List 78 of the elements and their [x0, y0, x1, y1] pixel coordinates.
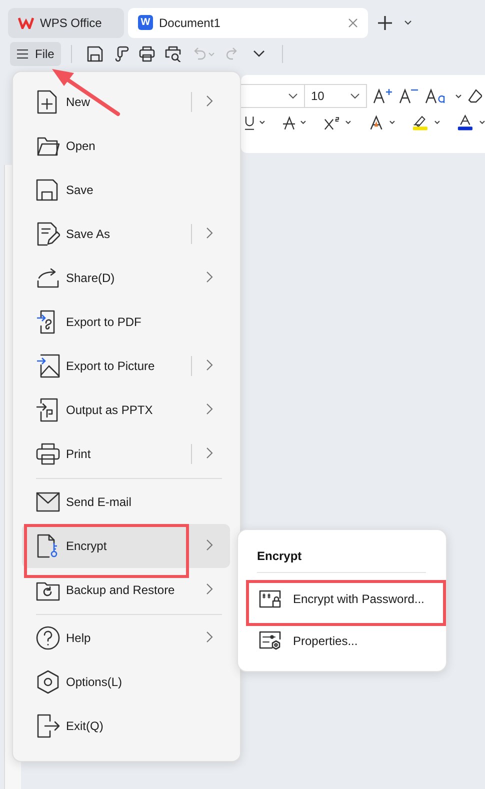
shrink-font-icon — [399, 88, 419, 104]
envelope-icon — [36, 492, 60, 512]
caret-icon — [259, 120, 266, 125]
share-arrow-icon — [36, 268, 60, 288]
tab-label: Document1 — [159, 16, 220, 30]
menu-item[interactable]: Share(D) — [22, 256, 230, 300]
print-preview-icon — [165, 46, 182, 62]
document-pencil-icon — [36, 222, 60, 246]
chevron-right-icon — [206, 402, 213, 414]
format-painter-icon — [113, 46, 130, 62]
export-document-icon — [36, 398, 60, 422]
settings-icon — [36, 670, 60, 694]
caret-icon — [345, 120, 352, 125]
chevron-right-icon — [206, 538, 213, 550]
menu-item[interactable]: Help — [22, 616, 230, 660]
font-size-field[interactable]: 10 — [304, 84, 367, 108]
menu-item[interactable]: Export to Picture — [22, 344, 230, 388]
chevron-right-icon — [206, 94, 213, 106]
menu-item[interactable]: Send E-mail — [22, 480, 230, 524]
highlighter-icon — [412, 114, 429, 131]
text-effect-icon — [369, 114, 384, 130]
tab[interactable]: WPS Office — [8, 8, 124, 38]
annotation-arrow — [52, 69, 120, 116]
caret-icon — [300, 120, 307, 125]
printer-icon — [139, 46, 156, 62]
menu-item[interactable]: Encrypt — [22, 524, 230, 568]
caret-icon — [455, 94, 462, 98]
menu-item[interactable]: Backup and Restore — [22, 568, 230, 612]
chevron-right-icon — [206, 358, 213, 370]
writer-document-icon: W — [138, 15, 153, 30]
font-color-icon — [457, 114, 474, 131]
chevron-right-icon — [206, 226, 213, 238]
menu-item[interactable]: Options(L) — [22, 660, 230, 704]
caret-icon — [388, 120, 395, 125]
caret-icon — [434, 120, 440, 125]
menu-item[interactable]: Print — [22, 432, 230, 476]
file-menu-button[interactable]: File — [10, 42, 62, 66]
menu-item[interactable]: Export to PDF — [22, 300, 230, 344]
help-icon — [36, 626, 60, 650]
caret-icon — [253, 50, 266, 58]
superscript-icon — [324, 114, 340, 130]
document-key-icon — [36, 534, 60, 558]
menu-icon — [17, 49, 28, 59]
tab[interactable]: W Document1 — [128, 8, 368, 38]
close-icon — [348, 18, 358, 28]
menu-item[interactable]: New — [22, 80, 230, 124]
menu-item[interactable]: Open — [22, 124, 230, 168]
menu-item[interactable]: Save — [22, 168, 230, 212]
tab-label: WPS Office — [40, 16, 102, 30]
chevron-down-icon — [288, 93, 298, 99]
menu-item[interactable]: Properties... — [256, 620, 430, 662]
save-icon — [87, 46, 104, 62]
export-image-icon — [36, 354, 60, 378]
properties-icon — [259, 631, 281, 651]
add-tab-icon — [378, 16, 392, 30]
wps-logo-icon — [18, 16, 34, 28]
new-document-icon — [36, 90, 58, 114]
chevron-right-icon — [206, 270, 213, 282]
submenu-title: Encrypt — [256, 549, 303, 563]
menu-item[interactable]: Output as PPTX — [22, 388, 230, 432]
caret-icon — [478, 120, 485, 125]
menu-item[interactable]: Save As — [22, 212, 230, 256]
printer-icon — [36, 443, 60, 465]
menu-item[interactable]: Encrypt with Password... — [256, 578, 430, 620]
caret-icon — [404, 20, 412, 25]
strikethrough-icon — [282, 114, 296, 130]
chevron-right-icon — [206, 582, 213, 594]
eraser-icon — [468, 88, 482, 104]
grow-font-icon — [373, 88, 393, 104]
folder-icon — [36, 135, 60, 157]
password-lock-icon — [259, 590, 281, 608]
underline-icon — [245, 114, 254, 130]
menu-item[interactable]: Exit(Q) — [22, 704, 230, 748]
chevron-right-icon — [206, 630, 213, 642]
chevron-down-icon — [350, 93, 360, 99]
save-icon — [36, 179, 58, 201]
chevron-right-icon — [206, 446, 213, 458]
exit-icon — [36, 714, 60, 738]
